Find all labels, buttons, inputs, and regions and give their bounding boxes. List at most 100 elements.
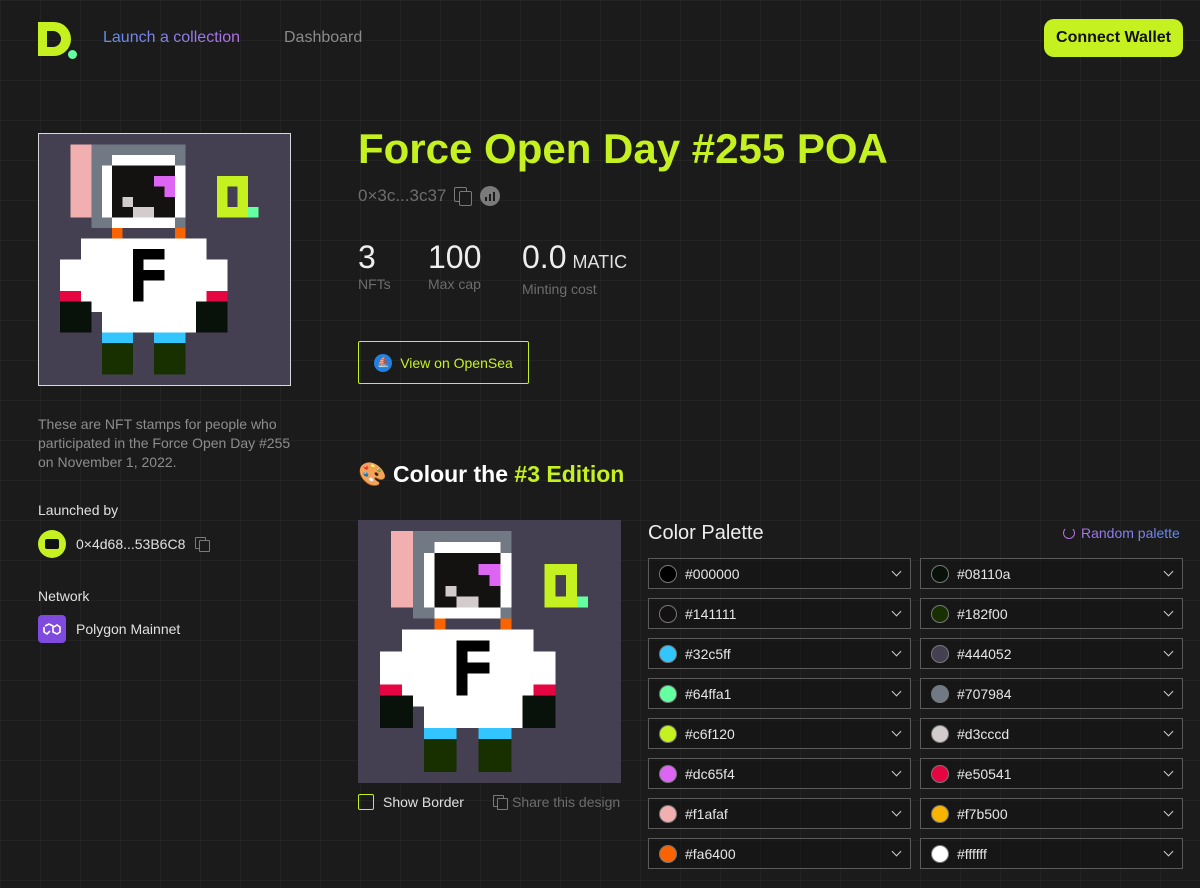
launcher-row: 0×4d68...53B6C8 [38,530,211,558]
color-hex-value: #000000 [685,565,740,582]
nav-launch-collection[interactable]: Launch a collection [103,29,240,47]
color-swatch-select[interactable]: #32c5ff [648,638,911,669]
stat-nfts: 3 NFTs [358,240,391,292]
color-swatch-select[interactable]: #000000 [648,558,911,589]
chevron-down-icon[interactable] [1163,846,1174,857]
color-swatch-select[interactable]: #f7b500 [920,798,1183,829]
stat-minting-cost: 0.0 MATIC Minting cost [522,240,627,297]
color-swatch-select[interactable]: #dc65f4 [648,758,911,789]
opensea-icon: ⛵ [374,353,393,372]
color-dot-icon [931,684,949,703]
color-hex-value: #ffffff [957,845,987,862]
color-swatch-select[interactable]: #707984 [920,678,1183,709]
stat-nfts-label: NFTs [358,276,391,292]
color-swatch-select[interactable]: #08110a [920,558,1183,589]
view-on-opensea-button[interactable]: ⛵ View on OpenSea [358,341,529,384]
chevron-down-icon[interactable] [1163,606,1174,617]
wallet-avatar-icon [38,530,66,558]
chevron-down-icon[interactable] [1163,686,1174,697]
opensea-button-label: View on OpenSea [400,354,513,371]
brand-logo[interactable] [38,20,78,60]
edition-title-highlight: #3 Edition [514,461,625,487]
chevron-down-icon[interactable] [1163,806,1174,817]
polygon-icon [38,615,66,643]
color-hex-value: #fa6400 [685,845,736,862]
color-palette-title: Color Palette [648,522,764,544]
stat-nfts-value: 3 [358,239,376,275]
share-icon [493,795,508,810]
random-palette-label: Random palette [1081,525,1180,541]
stat-max-cap: 100 Max cap [428,240,481,292]
color-swatch-select[interactable]: #c6f120 [648,718,911,749]
color-dot-icon [659,724,677,743]
color-dot-icon [659,604,677,623]
launched-by-label: Launched by [38,502,119,518]
color-dot-icon [931,724,949,743]
network-row: Polygon Mainnet [38,615,180,643]
color-dot-icon [931,564,949,583]
chevron-down-icon[interactable] [891,806,902,817]
collection-artwork [38,133,291,386]
chevron-down-icon[interactable] [1163,566,1174,577]
color-hex-value: #d3cccd [957,725,1010,742]
stat-minting-cost-value: 0.0 [522,239,567,275]
color-hex-value: #141111 [685,605,737,622]
explorer-chart-icon[interactable] [480,186,501,206]
connect-wallet-button[interactable]: Connect Wallet [1044,19,1183,57]
color-dot-icon [931,804,949,823]
astronaut-artwork-image [39,134,290,385]
stat-minting-cost-label: Minting cost [522,281,597,297]
color-swatch-select[interactable]: #141111 [648,598,911,629]
chevron-down-icon[interactable] [1163,646,1174,657]
color-swatch-select[interactable]: #f1afaf [648,798,911,829]
stat-max-cap-label: Max cap [428,276,481,292]
color-dot-icon [659,684,677,703]
chevron-down-icon[interactable] [891,686,902,697]
color-swatch-select[interactable]: #fa6400 [648,838,911,869]
chevron-down-icon[interactable] [891,566,902,577]
chevron-down-icon[interactable] [1163,726,1174,737]
color-swatch-select[interactable]: #182f00 [920,598,1183,629]
contract-address-row: 0×3c...3c37 [358,186,501,206]
chevron-down-icon[interactable] [1163,766,1174,777]
color-swatch-select[interactable]: #e50541 [920,758,1183,789]
stat-minting-cost-unit: MATIC [572,252,628,272]
color-hex-value: #444052 [957,645,1012,662]
edition-preview-image [358,520,621,783]
color-dot-icon [931,764,949,783]
chevron-down-icon[interactable] [891,646,902,657]
share-design-button[interactable]: Share this design [493,794,620,810]
color-swatch-select[interactable]: #d3cccd [920,718,1183,749]
color-dot-icon [659,644,677,663]
network-label: Network [38,588,90,604]
launcher-address: 0×4d68...53B6C8 [76,536,186,552]
contract-address: 0×3c...3c37 [358,186,447,205]
show-border-checkbox[interactable] [358,794,374,810]
copy-icon[interactable] [195,537,211,552]
edition-preview [358,520,621,783]
color-dot-icon [931,644,949,663]
chevron-down-icon[interactable] [891,606,902,617]
random-palette-button[interactable]: Random palette [1063,525,1180,541]
color-hex-value: #dc65f4 [685,765,735,782]
color-hex-value: #f1afaf [685,805,728,822]
color-swatch-select[interactable]: #64ffa1 [648,678,911,709]
color-swatch-select[interactable]: #ffffff [920,838,1183,869]
color-hex-value: #e50541 [957,765,1012,782]
network-name: Polygon Mainnet [76,621,181,637]
show-border-label: Show Border [383,794,464,810]
color-swatch-select[interactable]: #444052 [920,638,1183,669]
chevron-down-icon[interactable] [891,846,902,857]
show-border-toggle[interactable]: Show Border [358,794,464,810]
nav-dashboard[interactable]: Dashboard [284,29,362,47]
edition-title-prefix: Colour the [393,461,515,487]
chevron-down-icon[interactable] [891,726,902,737]
color-dot-icon [931,844,949,863]
copy-icon[interactable] [454,187,473,206]
color-dot-icon [659,764,677,783]
color-hex-value: #08110a [957,565,1011,582]
chevron-down-icon[interactable] [891,766,902,777]
color-dot-icon [659,844,677,863]
collection-description: These are NFT stamps for people who part… [38,416,291,470]
color-dot-icon [659,564,677,583]
